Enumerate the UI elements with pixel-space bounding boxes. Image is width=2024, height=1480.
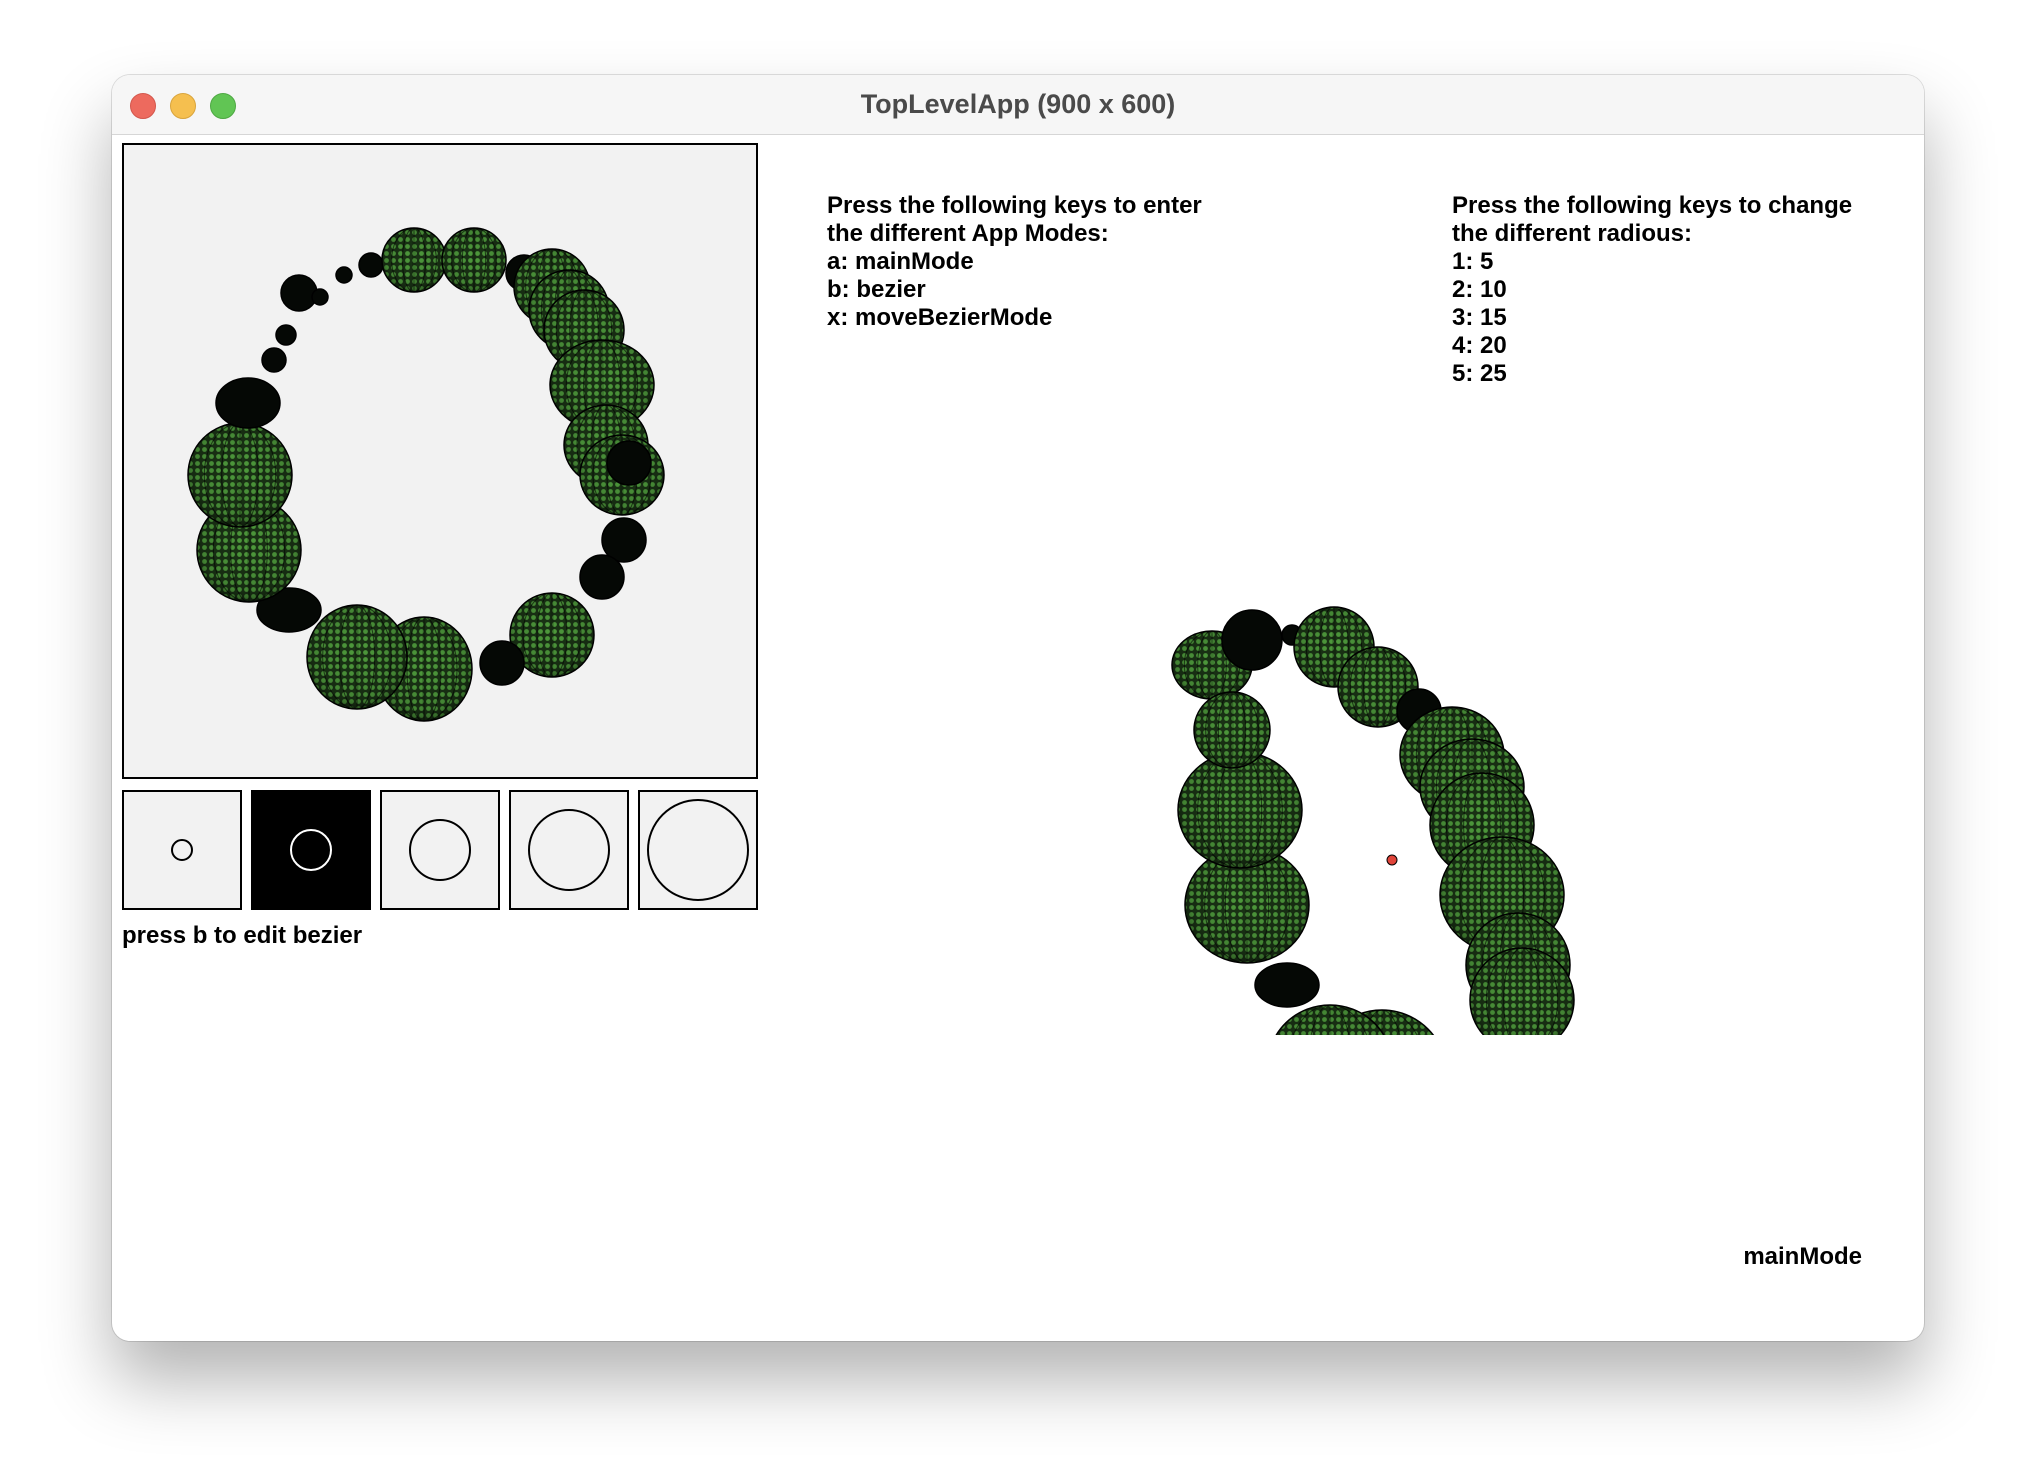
- bezier-preview-graphic: [187, 227, 665, 722]
- sphere: [441, 227, 507, 293]
- edit-bezier-hint: press b to edit bezier: [122, 922, 363, 949]
- radius-key-1: 1: 5: [1452, 248, 1494, 275]
- radius-swatch-1[interactable]: [122, 790, 242, 910]
- sphere: [335, 266, 353, 284]
- radius-swatch-4[interactable]: [509, 790, 629, 910]
- radius-circle-icon: [290, 829, 332, 871]
- sphere: [187, 422, 293, 528]
- radius-swatch-2[interactable]: [251, 790, 371, 910]
- sphere: [311, 288, 329, 306]
- mode-instructions: Press the following keys to enter the di…: [827, 192, 1202, 332]
- sphere: [479, 640, 525, 686]
- sphere: [275, 324, 297, 346]
- sphere: [280, 274, 318, 312]
- title-bar[interactable]: TopLevelApp (900 x 600): [112, 75, 1924, 135]
- radius-instructions-title: Press the following keys to change: [1452, 192, 1853, 219]
- radius-instructions: Press the following keys to change the d…: [1452, 192, 1852, 388]
- radius-swatch-5[interactable]: [638, 790, 758, 910]
- bezier-preview-canvas[interactable]: [122, 143, 758, 779]
- sphere: [1254, 962, 1320, 1008]
- sphere: [215, 377, 281, 429]
- radius-circle-icon: [528, 809, 610, 891]
- app-content: press b to edit bezier Press the followi…: [112, 135, 1924, 1341]
- sphere: [579, 554, 625, 600]
- bezier-center-point[interactable]: [1386, 854, 1398, 866]
- sphere: [358, 252, 384, 278]
- app-window: TopLevelApp (900 x 600) press b to edit …: [112, 75, 1924, 1341]
- radius-circle-icon: [171, 839, 193, 861]
- radius-key-3: 3: 15: [1452, 304, 1507, 331]
- mode-key-x: x: moveBezierMode: [827, 304, 1053, 331]
- sphere: [1221, 609, 1283, 671]
- sphere: [306, 604, 408, 710]
- sphere: [1193, 691, 1271, 769]
- radius-circle-icon: [409, 819, 471, 881]
- radius-instructions-subtitle: the different radious:: [1452, 220, 1693, 247]
- radius-key-2: 2: 10: [1452, 276, 1507, 303]
- mode-instructions-subtitle: the different App Modes:: [827, 220, 1109, 247]
- radius-swatch-3[interactable]: [380, 790, 500, 910]
- sphere: [261, 347, 287, 373]
- sphere: [381, 227, 447, 293]
- window-title: TopLevelApp (900 x 600): [860, 89, 1176, 119]
- mode-instructions-title: Press the following keys to enter: [827, 192, 1202, 219]
- radius-circle-icon: [647, 799, 749, 901]
- sphere: [606, 440, 652, 486]
- mode-key-b: b: bezier: [827, 276, 926, 303]
- current-mode-label: mainMode: [1743, 1243, 1862, 1270]
- sphere: [1177, 751, 1303, 869]
- mode-key-a: a: mainMode: [827, 248, 974, 275]
- radius-key-4: 4: 20: [1452, 332, 1507, 359]
- radius-key-5: 5: 25: [1452, 360, 1507, 387]
- main-3d-canvas[interactable]: [1062, 435, 1662, 1035]
